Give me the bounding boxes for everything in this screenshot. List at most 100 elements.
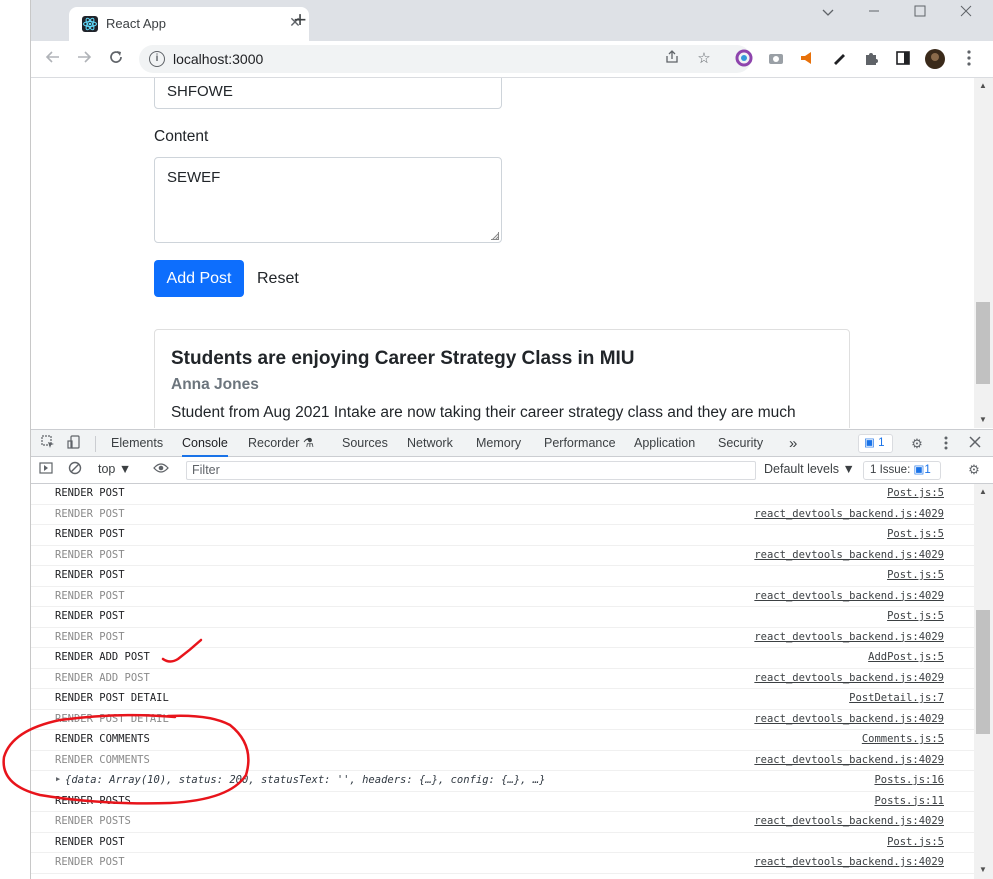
context-selector[interactable]: top ▼ [98,462,131,476]
post-title: Students are enjoying Career Strategy Cl… [171,348,635,369]
tab-elements[interactable]: Elements [111,430,163,457]
console-row: RENDER POST Post.js:5 [31,566,974,587]
console-toolbar: top ▼ Filter Default levels ▼ 1 Issue: ▣… [31,457,993,484]
url-text[interactable]: localhost:3000 [173,51,263,67]
tab-recorder[interactable]: Recorder ⚗ [248,430,314,457]
log-levels-dropdown[interactable]: Default levels ▼ [764,462,855,476]
tab-console[interactable]: Console [182,430,228,457]
device-toolbar-icon[interactable] [65,435,83,453]
bookmark-star-icon[interactable]: ☆ [694,49,714,69]
console-source-link[interactable]: Post.js:5 [887,487,944,499]
maximize-icon[interactable] [900,2,940,24]
post-card[interactable]: Students are enjoying Career Strategy Cl… [154,329,850,428]
console-scrollbar[interactable]: ▲ ▼ [974,484,993,879]
megaphone-extension-icon[interactable] [797,49,817,69]
console-scrollbar-thumb[interactable] [976,610,990,734]
console-source-link[interactable]: Post.js:5 [887,569,944,581]
console-source-link[interactable]: react_devtools_backend.js:4029 [754,549,944,561]
post-author: Anna Jones [171,376,259,393]
page-scrollbar-thumb[interactable] [976,302,990,384]
console-row: RENDER COMMENTS Comments.js:5 [31,730,974,751]
page-scrollbar[interactable]: ▲ ▼ [974,78,993,428]
back-arrow-icon[interactable] [40,46,66,72]
console-message: RENDER ADD POST [55,651,150,663]
console-source-link[interactable]: Post.js:5 [887,528,944,540]
inspect-element-icon[interactable] [39,435,57,453]
console-row: RENDER POSTS Posts.js:11 [31,792,974,812]
browser-tab[interactable]: React App ✕ [69,7,309,41]
console-source-link[interactable]: react_devtools_backend.js:4029 [754,672,944,684]
forward-arrow-icon[interactable] [71,46,97,72]
console-row[interactable]: ▶ {data: Array(10), status: 200, statusTe… [31,771,974,792]
clear-console-icon[interactable] [66,461,84,479]
sidebar-toggle-icon[interactable] [37,461,55,479]
console-source-link[interactable]: react_devtools_backend.js:4029 [754,754,944,766]
issue-count-button[interactable]: 1 Issue: ▣1 [863,461,941,480]
close-devtools-icon[interactable] [966,435,984,453]
console-row: RENDER ADD POST AddPost.js:5 [31,648,974,669]
console-row: RENDER POST react_devtools_backend.js:402… [31,628,974,648]
console-source-link[interactable]: react_devtools_backend.js:4029 [754,508,944,520]
console-source-link[interactable]: Posts.js:11 [874,795,944,807]
tab-performance[interactable]: Performance [544,430,616,457]
scroll-up-arrow-icon[interactable]: ▲ [979,81,987,90]
title-input[interactable]: SHFOWE [154,78,502,109]
issues-badge[interactable]: ▣ 1 [858,434,893,453]
console-row: RENDER COMMENTS react_devtools_backend.js… [31,751,974,771]
console-source-link[interactable]: AddPost.js:5 [868,651,944,663]
console-message: RENDER POST [55,856,125,868]
console-source-link[interactable]: Post.js:5 [887,836,944,848]
camera-extension-icon[interactable] [766,49,786,69]
console-source-link[interactable]: react_devtools_backend.js:4029 [754,815,944,827]
add-post-button[interactable]: Add Post [154,260,244,297]
console-source-link[interactable]: PostDetail.js:7 [849,692,944,704]
console-message: RENDER ADD POST [55,671,150,684]
tab-security[interactable]: Security [718,430,763,457]
tab-sources[interactable]: Sources [342,430,388,457]
tab-network[interactable]: Network [407,430,453,457]
site-info-icon[interactable]: i [149,51,165,67]
pen-extension-icon[interactable] [829,49,849,69]
resize-handle-icon[interactable] [491,232,499,240]
devtools-menu-icon[interactable] [937,435,955,453]
reset-button[interactable]: Reset [257,260,299,297]
puzzle-extensions-icon[interactable] [861,49,881,69]
console-source-link[interactable]: react_devtools_backend.js:4029 [754,590,944,602]
chrome-menu-icon[interactable] [959,49,979,69]
minimize-icon[interactable] [854,2,894,24]
tab-title: React App [106,16,166,31]
side-panel-icon[interactable] [893,49,913,69]
console-message: RENDER POST [55,610,125,622]
tab-application[interactable]: Application [634,430,695,457]
profile-avatar[interactable] [925,49,945,69]
console-settings-gear-icon[interactable]: ⚙ [965,461,983,479]
console-source-link[interactable]: react_devtools_backend.js:4029 [754,856,944,868]
console-source-link[interactable]: react_devtools_backend.js:4029 [754,631,944,643]
filter-input[interactable]: Filter [186,461,756,480]
more-tabs-button[interactable]: » [789,430,797,457]
console-row: RENDER POST Post.js:5 [31,607,974,628]
console-source-link[interactable]: Post.js:5 [887,610,944,622]
console-source-link[interactable]: react_devtools_backend.js:4029 [754,713,944,725]
close-window-icon[interactable] [946,2,986,24]
tab-memory[interactable]: Memory [476,430,521,457]
expand-triangle-icon[interactable]: ▶ [56,775,60,783]
live-expression-eye-icon[interactable] [152,461,170,479]
share-icon[interactable] [662,49,682,69]
address-bar[interactable]: i localhost:3000 ☆ [139,45,751,73]
reload-icon[interactable] [103,46,129,72]
scroll-down-arrow-icon[interactable]: ▼ [979,415,987,424]
issues-badge-count: 1 [878,437,885,449]
scroll-down-arrow-icon[interactable]: ▼ [979,865,987,874]
scroll-up-arrow-icon[interactable]: ▲ [979,487,987,496]
console-message: RENDER COMMENTS [55,733,150,745]
settings-gear-icon[interactable]: ⚙ [908,435,926,453]
content-textarea[interactable]: SEWEF [154,157,502,243]
page-content: SHFOWE Content SEWEF Add Post Reset Stud… [31,78,974,428]
console-source-link[interactable]: Posts.js:16 [874,774,944,786]
chevron-down-icon[interactable] [808,2,848,24]
new-tab-button[interactable]: + [288,8,312,32]
color-extension-icon[interactable] [734,49,754,69]
console-source-link[interactable]: Comments.js:5 [862,733,944,745]
console-row: RENDER ADD POST react_devtools_backend.js… [31,669,974,689]
